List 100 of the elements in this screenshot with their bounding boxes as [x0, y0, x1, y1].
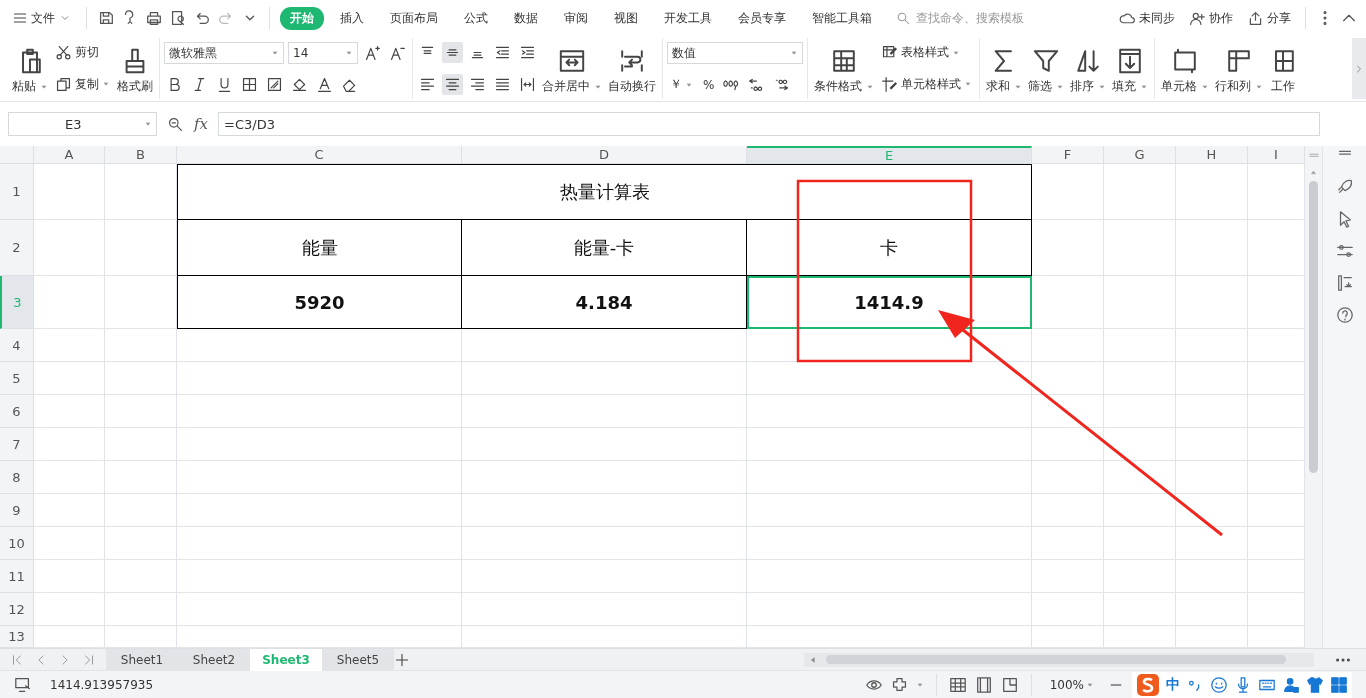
empty-cell[interactable] [462, 494, 747, 527]
column-header[interactable]: F [1032, 146, 1104, 164]
empty-cell[interactable] [105, 395, 177, 428]
empty-cell[interactable] [1032, 362, 1104, 395]
empty-cell[interactable] [1104, 428, 1176, 461]
table-style-button[interactable]: 表格样式 [878, 42, 975, 64]
layout-icon[interactable] [1335, 274, 1354, 292]
name-box[interactable]: E3 [8, 112, 157, 136]
empty-cell[interactable] [1104, 527, 1176, 560]
column-header[interactable]: G [1104, 146, 1176, 164]
empty-cell[interactable] [177, 362, 462, 395]
table-cell[interactable]: 5920 [177, 276, 462, 329]
toolbar-button[interactable]: 未同步 [1115, 9, 1179, 27]
macro-icon[interactable] [14, 675, 32, 694]
empty-cell[interactable] [747, 494, 1032, 527]
grow-font-icon[interactable] [364, 44, 381, 62]
empty-cell[interactable] [1104, 220, 1176, 276]
page-view-icon[interactable] [1000, 675, 1019, 694]
row-header[interactable]: 6 [0, 395, 34, 428]
empty-cell[interactable] [105, 276, 177, 329]
empty-cell[interactable] [1032, 494, 1104, 527]
zoom-dropdown[interactable]: 100% [1043, 676, 1100, 693]
rocket-icon[interactable] [1335, 178, 1354, 196]
input-mode-toggle[interactable]: 中 [1166, 675, 1180, 694]
column-header[interactable]: D [462, 146, 747, 164]
zoom-icon[interactable] [167, 115, 184, 133]
shirt-icon[interactable] [1306, 675, 1324, 694]
currency-button[interactable]: ￥ [667, 74, 696, 95]
column-header[interactable]: C [177, 146, 462, 164]
format-painter-button[interactable]: 格式刷 [115, 38, 155, 99]
empty-cell[interactable] [1032, 527, 1104, 560]
empty-cell[interactable] [1104, 395, 1176, 428]
empty-cell[interactable] [1032, 428, 1104, 461]
ribbon-button[interactable]: 行和列 [1213, 38, 1265, 99]
empty-cell[interactable] [105, 527, 177, 560]
sheet-tab[interactable]: Sheet2 [178, 648, 250, 671]
empty-cell[interactable] [1104, 494, 1176, 527]
ribbon-tab[interactable]: 公式 [454, 6, 498, 30]
number-format-dropdown[interactable]: 数值 [667, 42, 803, 64]
column-header[interactable]: H [1176, 146, 1248, 164]
empty-cell[interactable] [1176, 395, 1248, 428]
ribbon-button[interactable]: 求和 [984, 38, 1024, 99]
ribbon-tab[interactable]: 智能工具箱 [802, 6, 882, 30]
column-header[interactable]: B [105, 146, 177, 164]
column-header[interactable]: I [1248, 146, 1305, 164]
empty-cell[interactable] [462, 461, 747, 494]
toolbar-button[interactable]: 分享 [1243, 9, 1295, 27]
row-header[interactable]: 8 [0, 461, 34, 494]
ribbon-button[interactable]: 筛选 [1026, 38, 1066, 99]
empty-cell[interactable] [105, 329, 177, 362]
distribute-icon[interactable] [519, 75, 536, 93]
empty-cell[interactable] [1032, 560, 1104, 593]
empty-cell[interactable] [462, 329, 747, 362]
input-method-logo-icon[interactable] [1136, 672, 1160, 697]
empty-cell[interactable] [1104, 362, 1176, 395]
empty-cell[interactable] [747, 593, 1032, 626]
ribbon-button[interactable]: 排序 [1068, 38, 1108, 99]
empty-cell[interactable] [1032, 329, 1104, 362]
empty-cell[interactable] [105, 220, 177, 276]
empty-cell[interactable] [747, 560, 1032, 593]
table-cell[interactable]: 1414.9 [747, 276, 1032, 329]
row-header[interactable]: 1 [0, 164, 34, 220]
table-cell[interactable]: 4.184 [462, 276, 747, 329]
search-field[interactable]: 查找命令、搜索模板 [896, 10, 1034, 26]
empty-cell[interactable] [1176, 362, 1248, 395]
ribbon-tab[interactable]: 视图 [604, 6, 648, 30]
select-all-corner[interactable] [0, 146, 34, 164]
empty-cell[interactable] [1176, 593, 1248, 626]
ribbon-tab[interactable]: 插入 [330, 6, 374, 30]
font-size-dropdown[interactable]: 14 [288, 42, 358, 64]
ribbon-tab[interactable]: 数据 [504, 6, 548, 30]
scroll-up-icon[interactable] [1309, 168, 1318, 177]
toolbox-icon[interactable] [1330, 675, 1348, 694]
border-icon[interactable] [241, 76, 258, 93]
wrap-text-button[interactable]: 自动换行 [606, 38, 658, 99]
empty-cell[interactable] [462, 527, 747, 560]
ribbon-button[interactable]: 工作 [1267, 38, 1299, 99]
empty-cell[interactable] [1104, 461, 1176, 494]
empty-cell[interactable] [177, 494, 462, 527]
empty-cell[interactable] [1104, 329, 1176, 362]
sliders-icon[interactable] [1335, 242, 1354, 260]
reading-view-icon[interactable] [974, 675, 993, 694]
empty-cell[interactable] [1176, 276, 1248, 329]
empty-cell[interactable] [177, 428, 462, 461]
ribbon-button[interactable]: 单元格 [1159, 38, 1211, 99]
underline-icon[interactable] [216, 76, 233, 93]
scrollbar-thumb[interactable] [1309, 181, 1318, 473]
empty-cell[interactable] [177, 329, 462, 362]
crosshair-icon[interactable] [890, 676, 908, 693]
empty-cell[interactable] [105, 164, 177, 220]
empty-cell[interactable] [105, 494, 177, 527]
percent-button[interactable]: % [700, 75, 718, 94]
add-sheet-icon[interactable] [394, 651, 410, 668]
empty-cell[interactable] [1032, 164, 1104, 220]
row-header[interactable]: 10 [0, 527, 34, 560]
empty-cell[interactable] [177, 527, 462, 560]
empty-cell[interactable] [1176, 494, 1248, 527]
empty-cell[interactable] [462, 362, 747, 395]
row-header[interactable]: 11 [0, 560, 34, 593]
function-label[interactable]: fx [194, 115, 208, 133]
